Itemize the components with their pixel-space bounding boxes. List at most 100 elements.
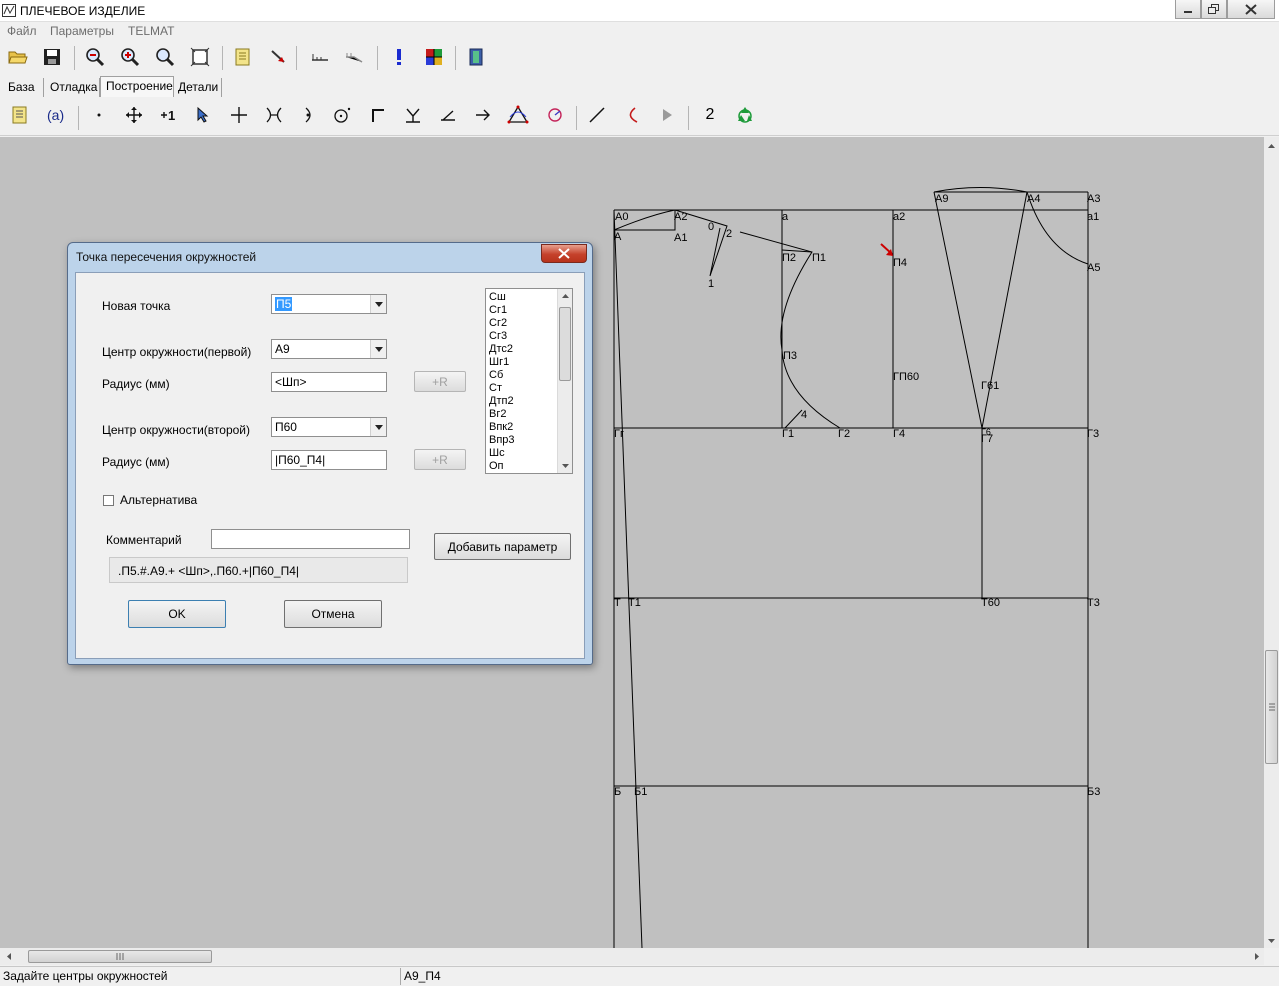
status-separator (400, 968, 401, 985)
vertical-scrollbar[interactable] (1264, 137, 1279, 948)
zoom-fit-button[interactable] (186, 40, 214, 74)
toolbar-separator (78, 106, 79, 130)
center1-dropdown[interactable] (370, 340, 386, 358)
bracket-a-icon: (a) (47, 107, 64, 123)
move-tool-button[interactable] (120, 98, 148, 132)
list-item[interactable]: Сг2 (489, 317, 507, 330)
circle-point-button[interactable] (328, 98, 356, 132)
svg-text:(a): (a) (47, 107, 64, 123)
colors-button[interactable] (420, 40, 448, 74)
parameters-list[interactable]: Сш Сг1 Сг2 Сг3 Дтс2 Шг1 Сб Ст Дтп2 Вг2 В… (485, 288, 573, 474)
corner-tool-button[interactable] (364, 98, 392, 132)
list-tool-button[interactable] (6, 98, 34, 132)
scroll-corner (1264, 948, 1279, 965)
new-point-combo[interactable]: П5 (271, 294, 387, 314)
offset-tool-button[interactable]: 1 (155, 98, 183, 132)
alternative-checkbox[interactable] (103, 495, 114, 506)
list-item[interactable]: Оп (489, 460, 504, 473)
menu-telmat[interactable]: TELMAT (128, 24, 174, 38)
close-icon (1245, 3, 1257, 15)
perpendicular-tool-button[interactable] (399, 98, 427, 132)
toolbar-separator (455, 46, 456, 70)
zoom-in-button[interactable] (116, 40, 144, 74)
minimize-button[interactable] (1175, 0, 1201, 19)
info-button[interactable] (385, 40, 413, 74)
comment-input[interactable] (211, 529, 410, 549)
cross-point-button[interactable] (225, 98, 253, 132)
cancel-button[interactable]: Отмена (284, 600, 382, 628)
construction-toolbar: (a) 1 2 (0, 98, 1279, 136)
variable-tool-button[interactable]: (a) (42, 98, 70, 132)
radius1-plus-r-button[interactable]: +R (414, 371, 466, 392)
tab-debug[interactable]: Отладка (44, 78, 100, 97)
ok-button[interactable]: OK (128, 600, 226, 628)
label-1: 1 (708, 278, 714, 290)
list-item[interactable]: Шг1 (489, 356, 509, 369)
menu-file[interactable]: Файл (7, 24, 37, 38)
step-2-button[interactable]: 2 (696, 98, 724, 132)
pointer-tool-button[interactable] (264, 40, 292, 74)
select-tool-button[interactable] (190, 98, 218, 132)
list-item[interactable]: Вг2 (489, 408, 506, 421)
radius2-plus-r-button[interactable]: +R (414, 449, 466, 470)
close-window-button[interactable] (1227, 0, 1275, 19)
midpoint-tool-button[interactable] (260, 98, 288, 132)
list-item[interactable]: Сг1 (489, 304, 507, 317)
point-tool-button[interactable] (85, 98, 113, 132)
recycle-button[interactable] (731, 98, 759, 132)
play-button[interactable] (653, 98, 681, 132)
curve-point-button[interactable] (295, 98, 323, 132)
tab-construction[interactable]: Построение (100, 76, 174, 97)
measure-button[interactable] (306, 40, 334, 74)
zoom-out-button[interactable] (81, 40, 109, 74)
list-item[interactable]: Дтс2 (489, 343, 513, 356)
list-item[interactable]: Сб (489, 369, 503, 382)
curve-tool-button[interactable] (618, 98, 646, 132)
midpoint-icon (266, 107, 282, 123)
ruler-angle-icon (346, 53, 363, 63)
zoom-button[interactable] (151, 40, 179, 74)
arrow-right-icon (476, 109, 490, 121)
measure-angle-button[interactable] (340, 40, 368, 74)
list-item[interactable]: Дтп2 (489, 395, 514, 408)
arc-tool-button[interactable] (541, 98, 569, 132)
tab-base[interactable]: База (0, 78, 44, 97)
center2-combo[interactable]: П60 (271, 417, 387, 437)
label-B3: Б3 (1087, 786, 1100, 798)
menu-bar: Файл Параметры TELMAT (0, 22, 1279, 40)
list-scrollbar[interactable] (557, 289, 572, 473)
horizontal-scrollbar[interactable] (0, 948, 1264, 965)
move-arrows-icon (126, 107, 142, 123)
label-A4: А4 (1027, 193, 1040, 205)
notes-button[interactable] (229, 40, 257, 74)
radius2-input[interactable]: |П60_П4| (271, 450, 387, 470)
direction-tool-button[interactable] (469, 98, 497, 132)
list-item[interactable]: Впр3 (489, 434, 515, 447)
add-parameter-button[interactable]: Добавить параметр (434, 533, 571, 560)
circle-intersection-button[interactable] (504, 98, 532, 132)
open-button[interactable] (4, 40, 32, 74)
dialog-close-button[interactable] (541, 244, 587, 263)
toolbar-separator (74, 46, 75, 70)
exit-button[interactable] (462, 40, 490, 74)
angle-tool-button[interactable] (434, 98, 462, 132)
center2-dropdown[interactable] (370, 418, 386, 436)
tab-details[interactable]: Детали (174, 78, 222, 97)
list-item[interactable]: Шс (489, 447, 505, 460)
line-tool-button[interactable] (583, 98, 611, 132)
save-button[interactable] (38, 40, 66, 74)
menu-parameters[interactable]: Параметры (50, 24, 114, 38)
list-item[interactable]: Сг3 (489, 330, 507, 343)
horizontal-scroll-thumb[interactable] (28, 950, 212, 963)
list-item[interactable]: Сш (489, 291, 506, 304)
list-item[interactable]: Впк2 (489, 421, 513, 434)
note-icon (235, 48, 250, 66)
perpendicular-icon (406, 108, 420, 123)
list-scroll-thumb[interactable] (559, 307, 571, 381)
maximize-button[interactable] (1201, 0, 1227, 19)
vertical-scroll-thumb[interactable] (1265, 650, 1278, 764)
radius1-input[interactable]: <Шп> (271, 372, 387, 392)
list-item[interactable]: Ст (489, 382, 502, 395)
center1-combo[interactable]: А9 (271, 339, 387, 359)
new-point-dropdown[interactable] (370, 295, 386, 313)
